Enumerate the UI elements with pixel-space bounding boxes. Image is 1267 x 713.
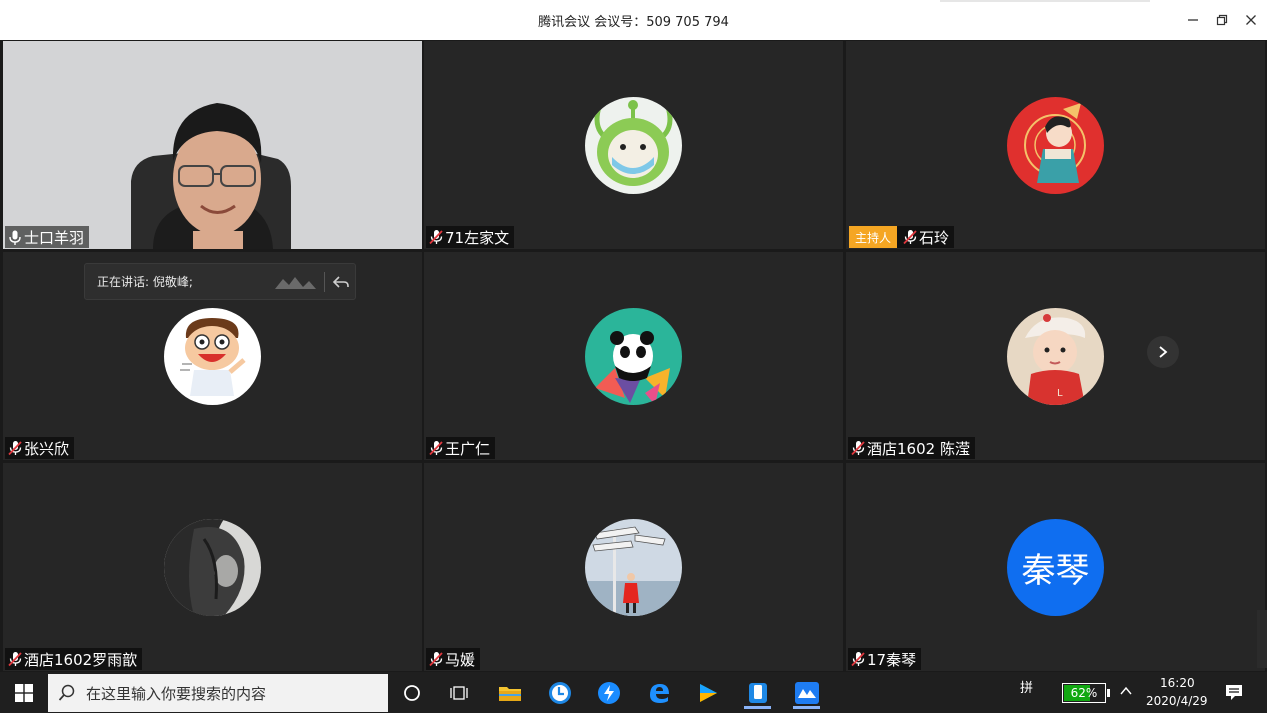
restore-button[interactable]	[1210, 8, 1234, 32]
participant-tile[interactable]: 主持人 石玲	[846, 41, 1265, 249]
minimize-icon	[1188, 19, 1198, 21]
ime-indicator[interactable]: 拼	[1020, 677, 1033, 696]
minimize-button[interactable]	[1181, 8, 1205, 32]
panda-avatar	[585, 308, 682, 405]
media-player-button[interactable]	[691, 676, 724, 709]
lightning-app-icon	[597, 681, 620, 704]
baby-photo-avatar: L	[1007, 308, 1104, 405]
clock-app-icon	[548, 681, 571, 704]
collapse-icon[interactable]	[331, 272, 351, 292]
close-icon	[1246, 15, 1256, 25]
participant-grid: 士口羊羽 71左家文 主持人 石玲 张兴欣 王广仁 L 酒店1602 陈滢 酒店…	[0, 40, 1267, 672]
avatar-initials: 秦琴	[1007, 519, 1104, 616]
mic-muted-icon	[903, 229, 917, 245]
window-title: 腾讯会议 会议号：509 705 794	[538, 15, 729, 30]
cortana-icon	[403, 684, 420, 701]
speaking-text: 正在讲话: 倪敬峰;	[97, 275, 193, 289]
participant-name: 71左家文	[445, 228, 510, 247]
mic-on-icon	[8, 229, 22, 245]
tencent-meeting-button[interactable]	[790, 676, 823, 709]
text-avatar: 秦琴	[1007, 519, 1104, 616]
app-s-button[interactable]	[592, 676, 625, 709]
mic-muted-icon	[851, 440, 865, 456]
mic-muted-icon	[429, 229, 443, 245]
participant-tile[interactable]: 酒店1602罗雨歆	[3, 463, 422, 671]
participant-tile[interactable]: L 酒店1602 陈滢	[846, 252, 1265, 460]
bw-portrait-avatar	[164, 519, 261, 616]
taskbar-search-box[interactable]: 在这里输入你要搜索的内容	[48, 674, 388, 712]
clock-time[interactable]: 16:20	[1160, 676, 1195, 690]
participant-name-tag: 酒店1602罗雨歆	[5, 648, 143, 670]
next-page-button[interactable]	[1147, 336, 1179, 368]
file-explorer-button[interactable]	[493, 676, 526, 709]
participant-name: 马媛	[445, 650, 476, 669]
participant-name-tag: 张兴欣	[5, 437, 75, 459]
active-indicator	[744, 706, 771, 709]
notification-icon[interactable]	[1225, 684, 1243, 701]
close-button[interactable]	[1239, 8, 1263, 32]
signpost-photo-avatar	[585, 519, 682, 616]
task-view-button[interactable]	[443, 676, 476, 709]
participant-name-tag: 马媛	[426, 648, 481, 670]
host-badge: 主持人	[849, 226, 898, 248]
participant-name: 17秦琴	[867, 650, 917, 669]
mic-muted-icon	[8, 440, 22, 456]
toast-divider	[324, 272, 325, 292]
cartoon-boy-avatar	[164, 308, 261, 405]
battery-tip	[1107, 689, 1110, 697]
phone-icon	[748, 682, 767, 703]
clock-date[interactable]: 2020/4/29	[1146, 694, 1208, 708]
windows-logo-icon	[14, 683, 33, 702]
title-accent	[940, 0, 1150, 2]
mic-muted-icon	[429, 651, 443, 667]
side-scroll-handle[interactable]	[1257, 610, 1267, 668]
task-view-icon	[449, 685, 468, 700]
phone-app-button[interactable]	[741, 676, 774, 709]
clock-app-button[interactable]	[543, 676, 576, 709]
start-button[interactable]	[0, 672, 47, 713]
participant-name-tag: 酒店1602 陈滢	[848, 437, 975, 459]
tencent-meeting-icon	[794, 681, 819, 704]
chevron-right-icon	[1159, 346, 1168, 358]
participant-tile[interactable]: 士口羊羽	[3, 41, 422, 249]
taskbar: 在这里输入你要搜索的内容 拼 62% 16:20 2020/4/29	[0, 672, 1267, 713]
search-icon	[58, 684, 75, 701]
participant-name-tag: 17秦琴	[848, 648, 922, 670]
participant-name-tag: 71左家文	[426, 226, 515, 248]
participant-tile[interactable]: 71左家文	[424, 41, 843, 249]
participant-name: 王广仁	[445, 439, 491, 458]
folder-icon	[498, 686, 521, 701]
webcam-video	[3, 41, 422, 249]
battery-indicator[interactable]: 62%	[1062, 683, 1106, 703]
participant-name-tag: 主持人 石玲	[849, 226, 955, 248]
participant-tile[interactable]: 马媛	[424, 463, 843, 671]
mic-muted-icon	[429, 440, 443, 456]
search-placeholder: 在这里输入你要搜索的内容	[86, 684, 267, 703]
participant-tile[interactable]: 王广仁	[424, 252, 843, 460]
title-bar: 腾讯会议 会议号：509 705 794	[0, 0, 1267, 40]
chevron-up-icon[interactable]	[1120, 686, 1132, 696]
participant-name: 石玲	[919, 228, 950, 247]
participant-name: 酒店1602罗雨歆	[24, 650, 138, 669]
participant-name-tag: 士口羊羽	[5, 226, 90, 248]
green-alien-avatar	[585, 97, 682, 194]
meeting-logo-icon	[275, 277, 316, 289]
restore-icon	[1216, 14, 1228, 26]
cortana-button[interactable]	[395, 676, 428, 709]
mic-muted-icon	[8, 651, 22, 667]
participant-name-tag: 王广仁	[426, 437, 496, 459]
participant-name: 张兴欣	[24, 439, 70, 458]
speaking-indicator[interactable]: 正在讲话: 倪敬峰;	[84, 263, 356, 300]
participant-name: 酒店1602 陈滢	[867, 439, 970, 458]
svg-text:L: L	[1057, 388, 1063, 399]
red-fan-girl-avatar	[1007, 97, 1104, 194]
edge-icon	[649, 683, 669, 703]
play-icon	[699, 683, 717, 702]
edge-browser-button[interactable]	[642, 676, 675, 709]
mic-muted-icon	[851, 651, 865, 667]
battery-percent: 62%	[1070, 686, 1098, 700]
participant-tile[interactable]: 秦琴 17秦琴	[846, 463, 1265, 671]
active-indicator	[793, 706, 820, 709]
participant-name: 士口羊羽	[24, 228, 85, 247]
